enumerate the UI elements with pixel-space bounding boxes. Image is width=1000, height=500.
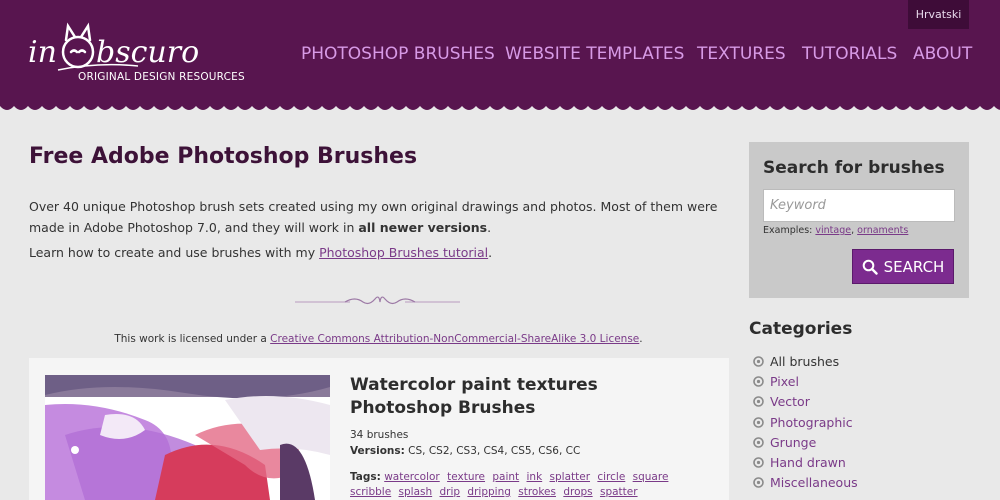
svg-text:in: in <box>28 35 57 70</box>
page-title: Free Adobe Photoshop Brushes <box>29 144 418 169</box>
versions-value: CS, CS2, CS3, CS4, CS5, CS6, CC <box>404 445 581 457</box>
examples-label: Examples: <box>763 225 816 236</box>
tag-link[interactable]: drip <box>440 486 461 498</box>
category-item[interactable]: Hand drawn <box>753 452 858 472</box>
learn-paragraph: Learn how to create and use brushes with… <box>29 245 492 260</box>
tag-link[interactable]: watercolor <box>384 471 440 483</box>
category-item[interactable]: All brushes <box>753 351 858 371</box>
logo-tagline: ORIGINAL DESIGN RESOURCES <box>78 71 245 83</box>
brush-card: Watercolor paint textures Photoshop Brus… <box>29 358 729 500</box>
categories-title: Categories <box>749 319 853 339</box>
tag-link[interactable]: paint <box>492 471 519 483</box>
category-item[interactable]: Miscellaneous <box>753 473 858 493</box>
search-button-label: SEARCH <box>883 257 945 276</box>
intro-bold: all newer versions <box>358 220 488 235</box>
license-suffix: . <box>639 333 643 345</box>
tutorial-link[interactable]: Photoshop Brushes tutorial <box>319 245 488 260</box>
search-input[interactable] <box>763 189 955 222</box>
tag-link[interactable]: dripping <box>467 486 510 498</box>
tag-link[interactable]: square <box>633 471 669 483</box>
categories-list: All brushes Pixel Vector Photographic Gr… <box>753 351 858 493</box>
brush-versions: Versions: CS, CS2, CS3, CS4, CS5, CS6, C… <box>350 445 580 457</box>
category-item[interactable]: Vector <box>753 392 858 412</box>
category-label[interactable]: Vector <box>770 394 810 409</box>
tag-link[interactable]: drops <box>563 486 592 498</box>
tag-link[interactable]: strokes <box>518 486 556 498</box>
tag-link[interactable]: splatter <box>550 471 591 483</box>
tag-link[interactable]: splash <box>399 486 433 498</box>
tag-link[interactable]: circle <box>597 471 625 483</box>
category-item[interactable]: Grunge <box>753 432 858 452</box>
category-label[interactable]: Grunge <box>770 435 816 450</box>
category-label[interactable]: Photographic <box>770 415 853 430</box>
search-panel: Search for brushes Examples: vintage, or… <box>749 142 969 298</box>
ornament-divider <box>295 296 460 305</box>
example-ornaments-link[interactable]: ornaments <box>857 225 908 236</box>
spiral-bullet-icon <box>753 376 764 387</box>
learn-suffix: . <box>488 245 493 260</box>
search-icon <box>862 259 878 275</box>
learn-prefix: Learn how to create and use brushes with… <box>29 245 320 260</box>
spiral-bullet-icon <box>753 396 764 408</box>
license-prefix: This work is licensed under a <box>114 333 271 345</box>
search-button[interactable]: SEARCH <box>852 249 954 284</box>
spiral-bullet-icon <box>753 437 764 448</box>
license-link[interactable]: Creative Commons Attribution-NonCommerci… <box>270 333 639 345</box>
spiral-bullet-icon <box>753 477 764 489</box>
intro-end: . <box>487 220 492 235</box>
intro-paragraph: Over 40 unique Photoshop brush sets crea… <box>29 196 729 238</box>
example-vintage-link[interactable]: vintage <box>815 225 851 236</box>
category-item[interactable]: Photographic <box>753 412 858 432</box>
tag-link[interactable]: spatter <box>600 486 638 498</box>
versions-label: Versions: <box>350 445 405 457</box>
tag-link[interactable]: texture <box>447 471 485 483</box>
tag-link[interactable]: scribble <box>350 486 391 498</box>
category-label[interactable]: All brushes <box>770 354 839 369</box>
category-item[interactable]: Pixel <box>753 371 858 391</box>
brush-thumbnail[interactable] <box>45 375 330 500</box>
category-label[interactable]: Hand drawn <box>770 455 846 470</box>
spiral-bullet-icon <box>753 457 764 468</box>
tag-link[interactable]: ink <box>527 471 543 483</box>
language-switch[interactable]: Hrvatski <box>908 0 969 29</box>
nav-about[interactable]: ABOUT <box>913 44 972 64</box>
brush-count: 34 brushes <box>350 429 409 441</box>
nav-textures[interactable]: TEXTURES <box>697 44 786 64</box>
spiral-bullet-icon <box>753 416 764 428</box>
brush-tags: Tags: watercolor texture paint ink splat… <box>350 470 710 500</box>
nav-website-templates[interactable]: WEBSITE TEMPLATES <box>505 44 684 64</box>
nav-photoshop-brushes[interactable]: PHOTOSHOP BRUSHES <box>301 44 495 64</box>
search-examples: Examples: vintage, ornaments <box>763 225 908 236</box>
license-note: This work is licensed under a Creative C… <box>0 333 757 345</box>
spiral-bullet-icon <box>753 355 764 367</box>
tags-label: Tags: <box>350 471 381 483</box>
category-label[interactable]: Pixel <box>770 374 799 389</box>
header-scallop-edge <box>0 100 1000 110</box>
search-title: Search for brushes <box>763 158 945 178</box>
category-label[interactable]: Miscellaneous <box>770 475 858 490</box>
brush-card-title[interactable]: Watercolor paint textures Photoshop Brus… <box>350 374 690 420</box>
nav-tutorials[interactable]: TUTORIALS <box>802 44 897 64</box>
